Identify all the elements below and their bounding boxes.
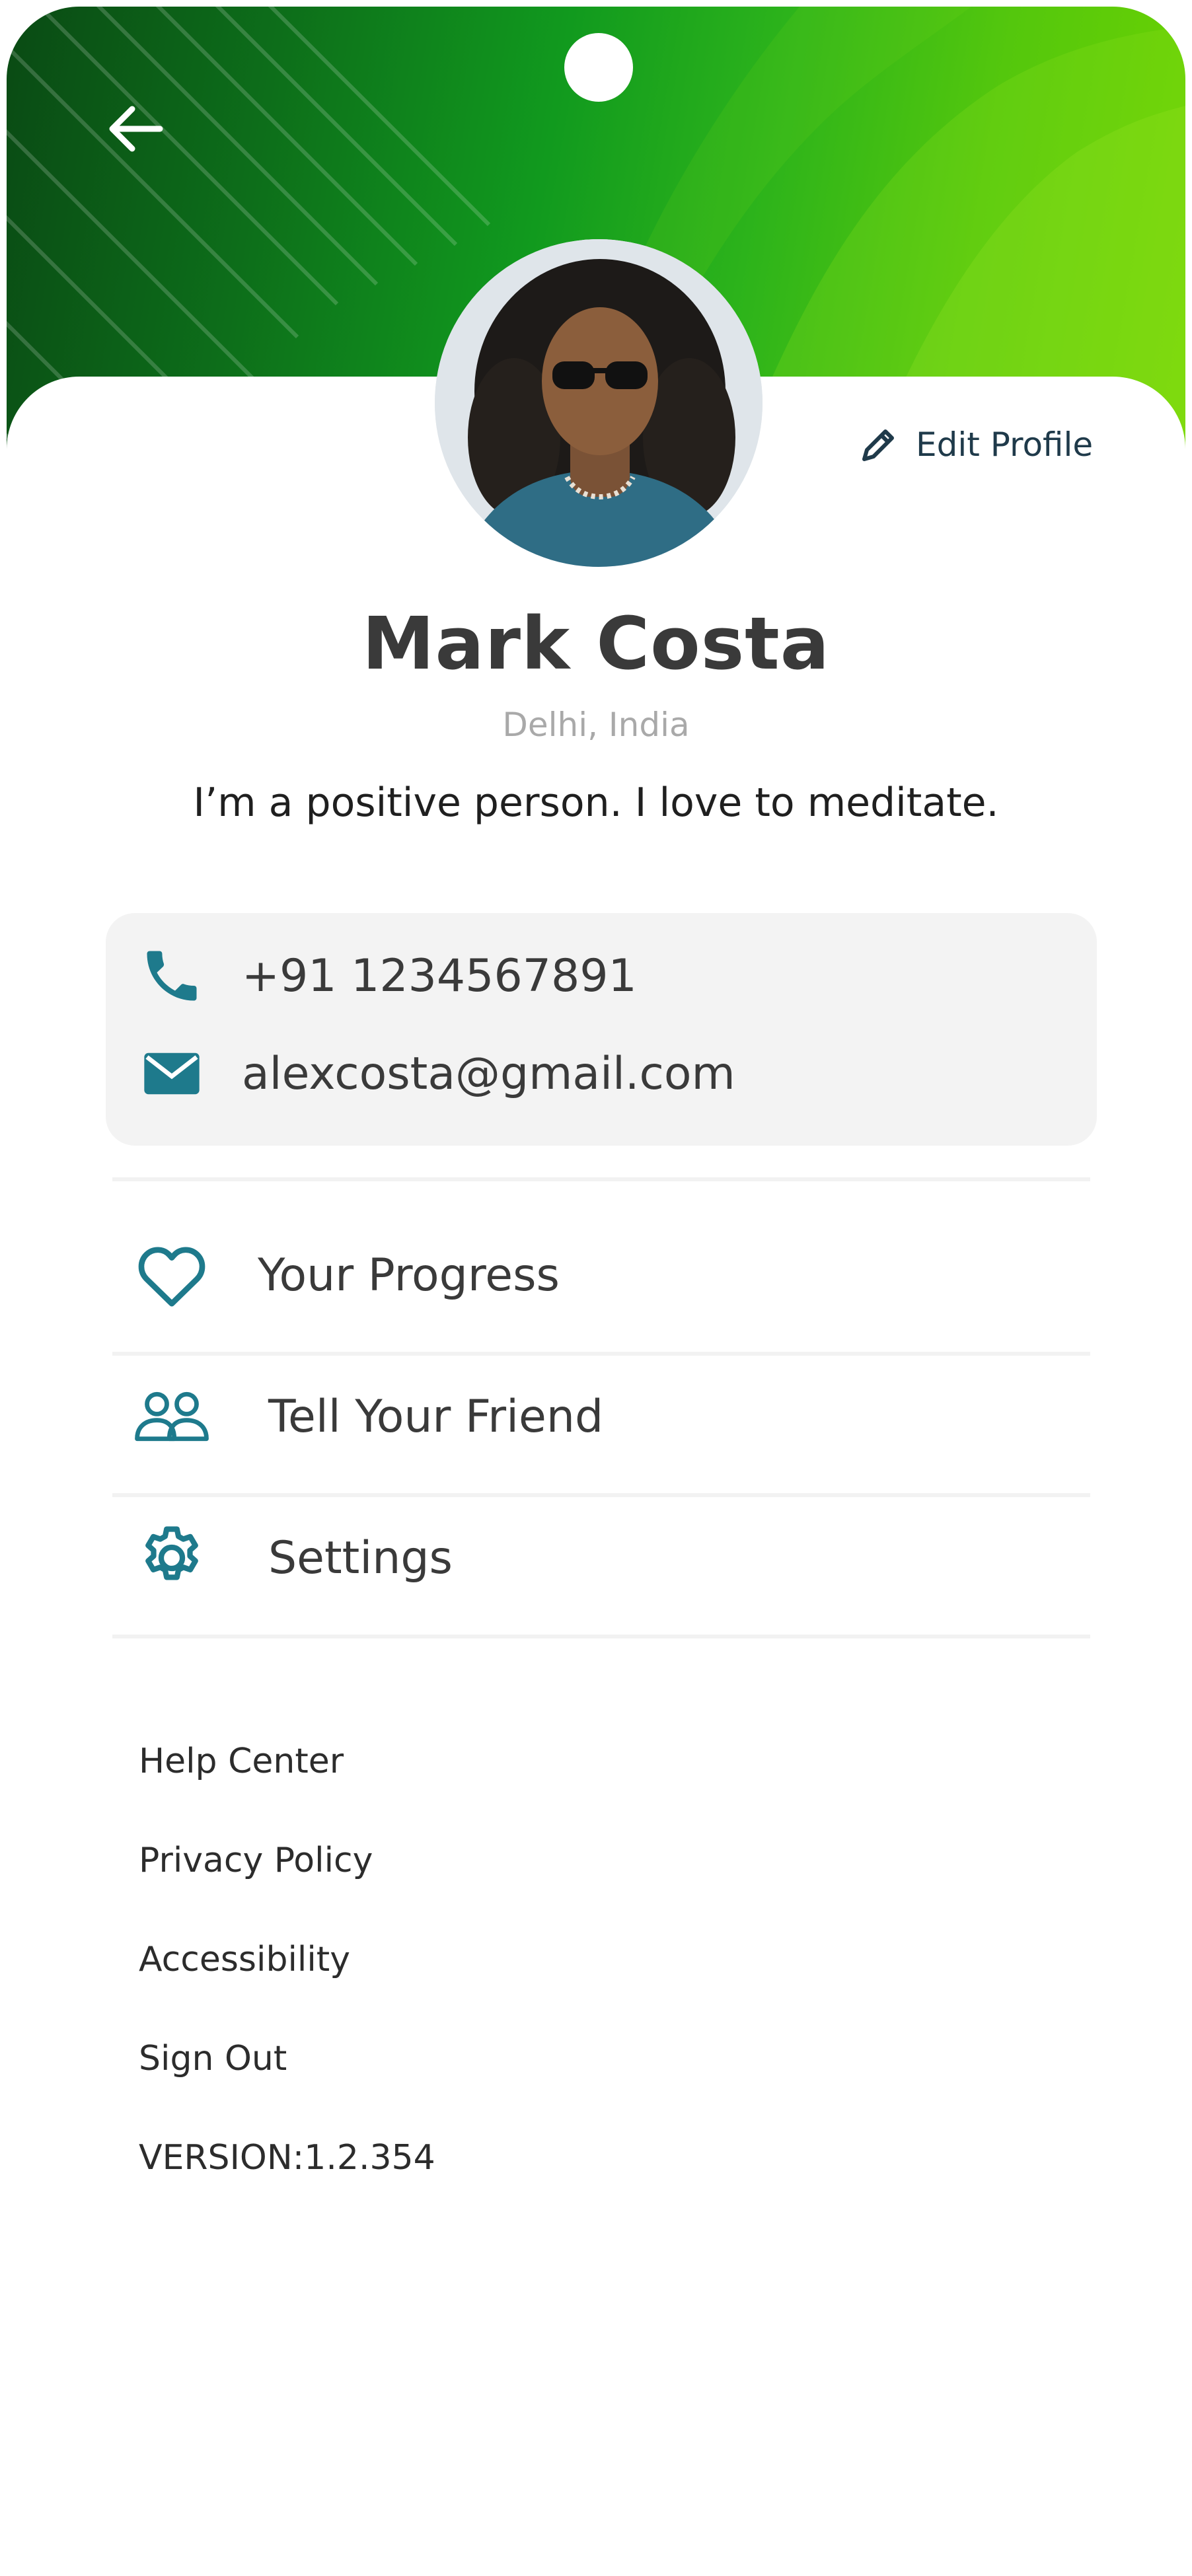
- phone-number: +91 1234567891: [242, 949, 637, 1002]
- mail-icon: [144, 1052, 200, 1095]
- edit-profile-button[interactable]: Edit Profile: [859, 422, 1093, 468]
- app-version: VERSION:1.2.354: [139, 2138, 435, 2178]
- phone-icon: [147, 951, 197, 1001]
- profile-screen: Edit Profile Mark Costa Delhi, India I’m…: [7, 7, 1185, 2569]
- menu-item-label: Your Progress: [258, 1249, 560, 1302]
- menu-item-your-progress[interactable]: Your Progress: [132, 1229, 560, 1321]
- back-button[interactable]: [99, 92, 172, 165]
- email-address: alexcosta@gmail.com: [242, 1047, 735, 1100]
- contact-info-box: +91 1234567891 alexcosta@gmail.com: [106, 913, 1097, 1146]
- divider: [112, 1352, 1090, 1356]
- heart-icon: [132, 1235, 211, 1315]
- divider: [112, 1635, 1090, 1638]
- avatar-portrait: [435, 239, 763, 567]
- menu-item-label: Tell Your Friend: [268, 1390, 604, 1443]
- menu-item-label: Settings: [268, 1531, 453, 1584]
- menu-item-tell-your-friend[interactable]: Tell Your Friend: [132, 1370, 603, 1463]
- edit-profile-label: Edit Profile: [916, 425, 1094, 464]
- users-icon: [132, 1377, 211, 1456]
- avatar[interactable]: [435, 239, 763, 567]
- gear-icon: [132, 1518, 211, 1598]
- phone-row[interactable]: +91 1234567891: [139, 939, 637, 1012]
- privacy-policy-link[interactable]: Privacy Policy: [139, 1841, 373, 1880]
- divider: [112, 1493, 1090, 1497]
- menu-item-settings[interactable]: Settings: [132, 1512, 453, 1604]
- profile-bio: I’m a positive person. I love to meditat…: [193, 780, 999, 826]
- divider: [112, 1177, 1090, 1181]
- camera-dot: [564, 33, 633, 102]
- profile-name: Mark Costa: [362, 601, 830, 686]
- arrow-left-icon: [109, 106, 163, 152]
- profile-location: Delhi, India: [502, 706, 690, 744]
- email-row[interactable]: alexcosta@gmail.com: [139, 1037, 735, 1110]
- help-center-link[interactable]: Help Center: [139, 1742, 344, 1781]
- accessibility-link[interactable]: Accessibility: [139, 1940, 350, 1979]
- sign-out-link[interactable]: Sign Out: [139, 2039, 287, 2079]
- pencil-icon: [862, 429, 894, 461]
